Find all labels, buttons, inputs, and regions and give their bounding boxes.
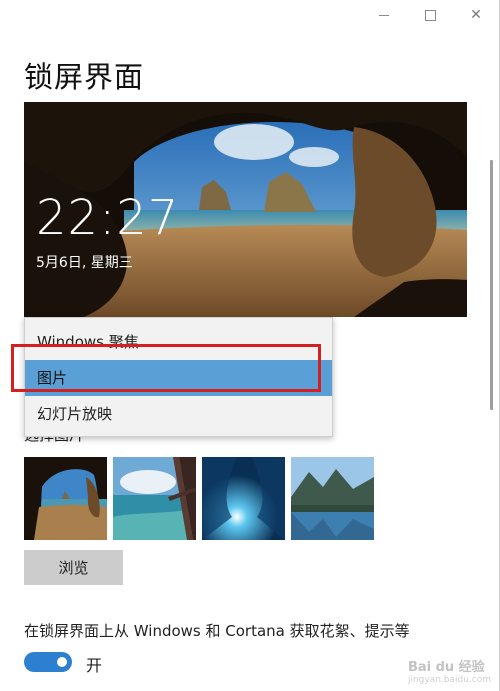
thumbnail-cave-beach[interactable]	[24, 457, 107, 540]
watermark-sub: jingyan.baidu.com	[407, 675, 491, 685]
window-controls: ✕	[361, 0, 499, 30]
minimize-button[interactable]	[361, 0, 407, 30]
thumbnail-mountain-lake[interactable]	[291, 457, 374, 540]
picture-thumbnails	[24, 457, 374, 540]
close-button[interactable]: ✕	[453, 0, 499, 30]
scrollbar[interactable]	[490, 160, 493, 410]
settings-window: ✕ 锁屏界面 22:27 5月6日, 星期三 Windows 聚焦 图片 幻灯片…	[0, 0, 500, 691]
tips-toggle[interactable]	[24, 652, 72, 672]
tips-label: 在锁屏界面上从 Windows 和 Cortana 获取花絮、提示等	[24, 622, 410, 640]
option-slideshow[interactable]: 幻灯片放映	[25, 396, 332, 432]
close-icon: ✕	[470, 7, 482, 23]
maximize-button[interactable]	[407, 0, 453, 30]
thumbnail-underwater-light[interactable]	[202, 457, 285, 540]
page-title: 锁屏界面	[24, 60, 145, 94]
minimize-icon	[379, 14, 389, 16]
toggle-knob	[57, 657, 67, 667]
clock-time: 22:27	[36, 190, 180, 246]
watermark-logo: Bai du 经验 jingyan.baidu.com	[408, 656, 491, 685]
annotation-highlight	[11, 344, 321, 392]
maximize-icon	[424, 9, 436, 21]
browse-button[interactable]: 浏览	[24, 550, 123, 585]
watermark-brand: Bai du 经验	[407, 660, 485, 675]
thumbnail-beach-window[interactable]	[113, 457, 196, 540]
clock-date: 5月6日, 星期三	[36, 255, 133, 271]
toggle-state-label: 开	[86, 656, 103, 675]
lockscreen-preview: 22:27 5月6日, 星期三	[24, 102, 467, 317]
